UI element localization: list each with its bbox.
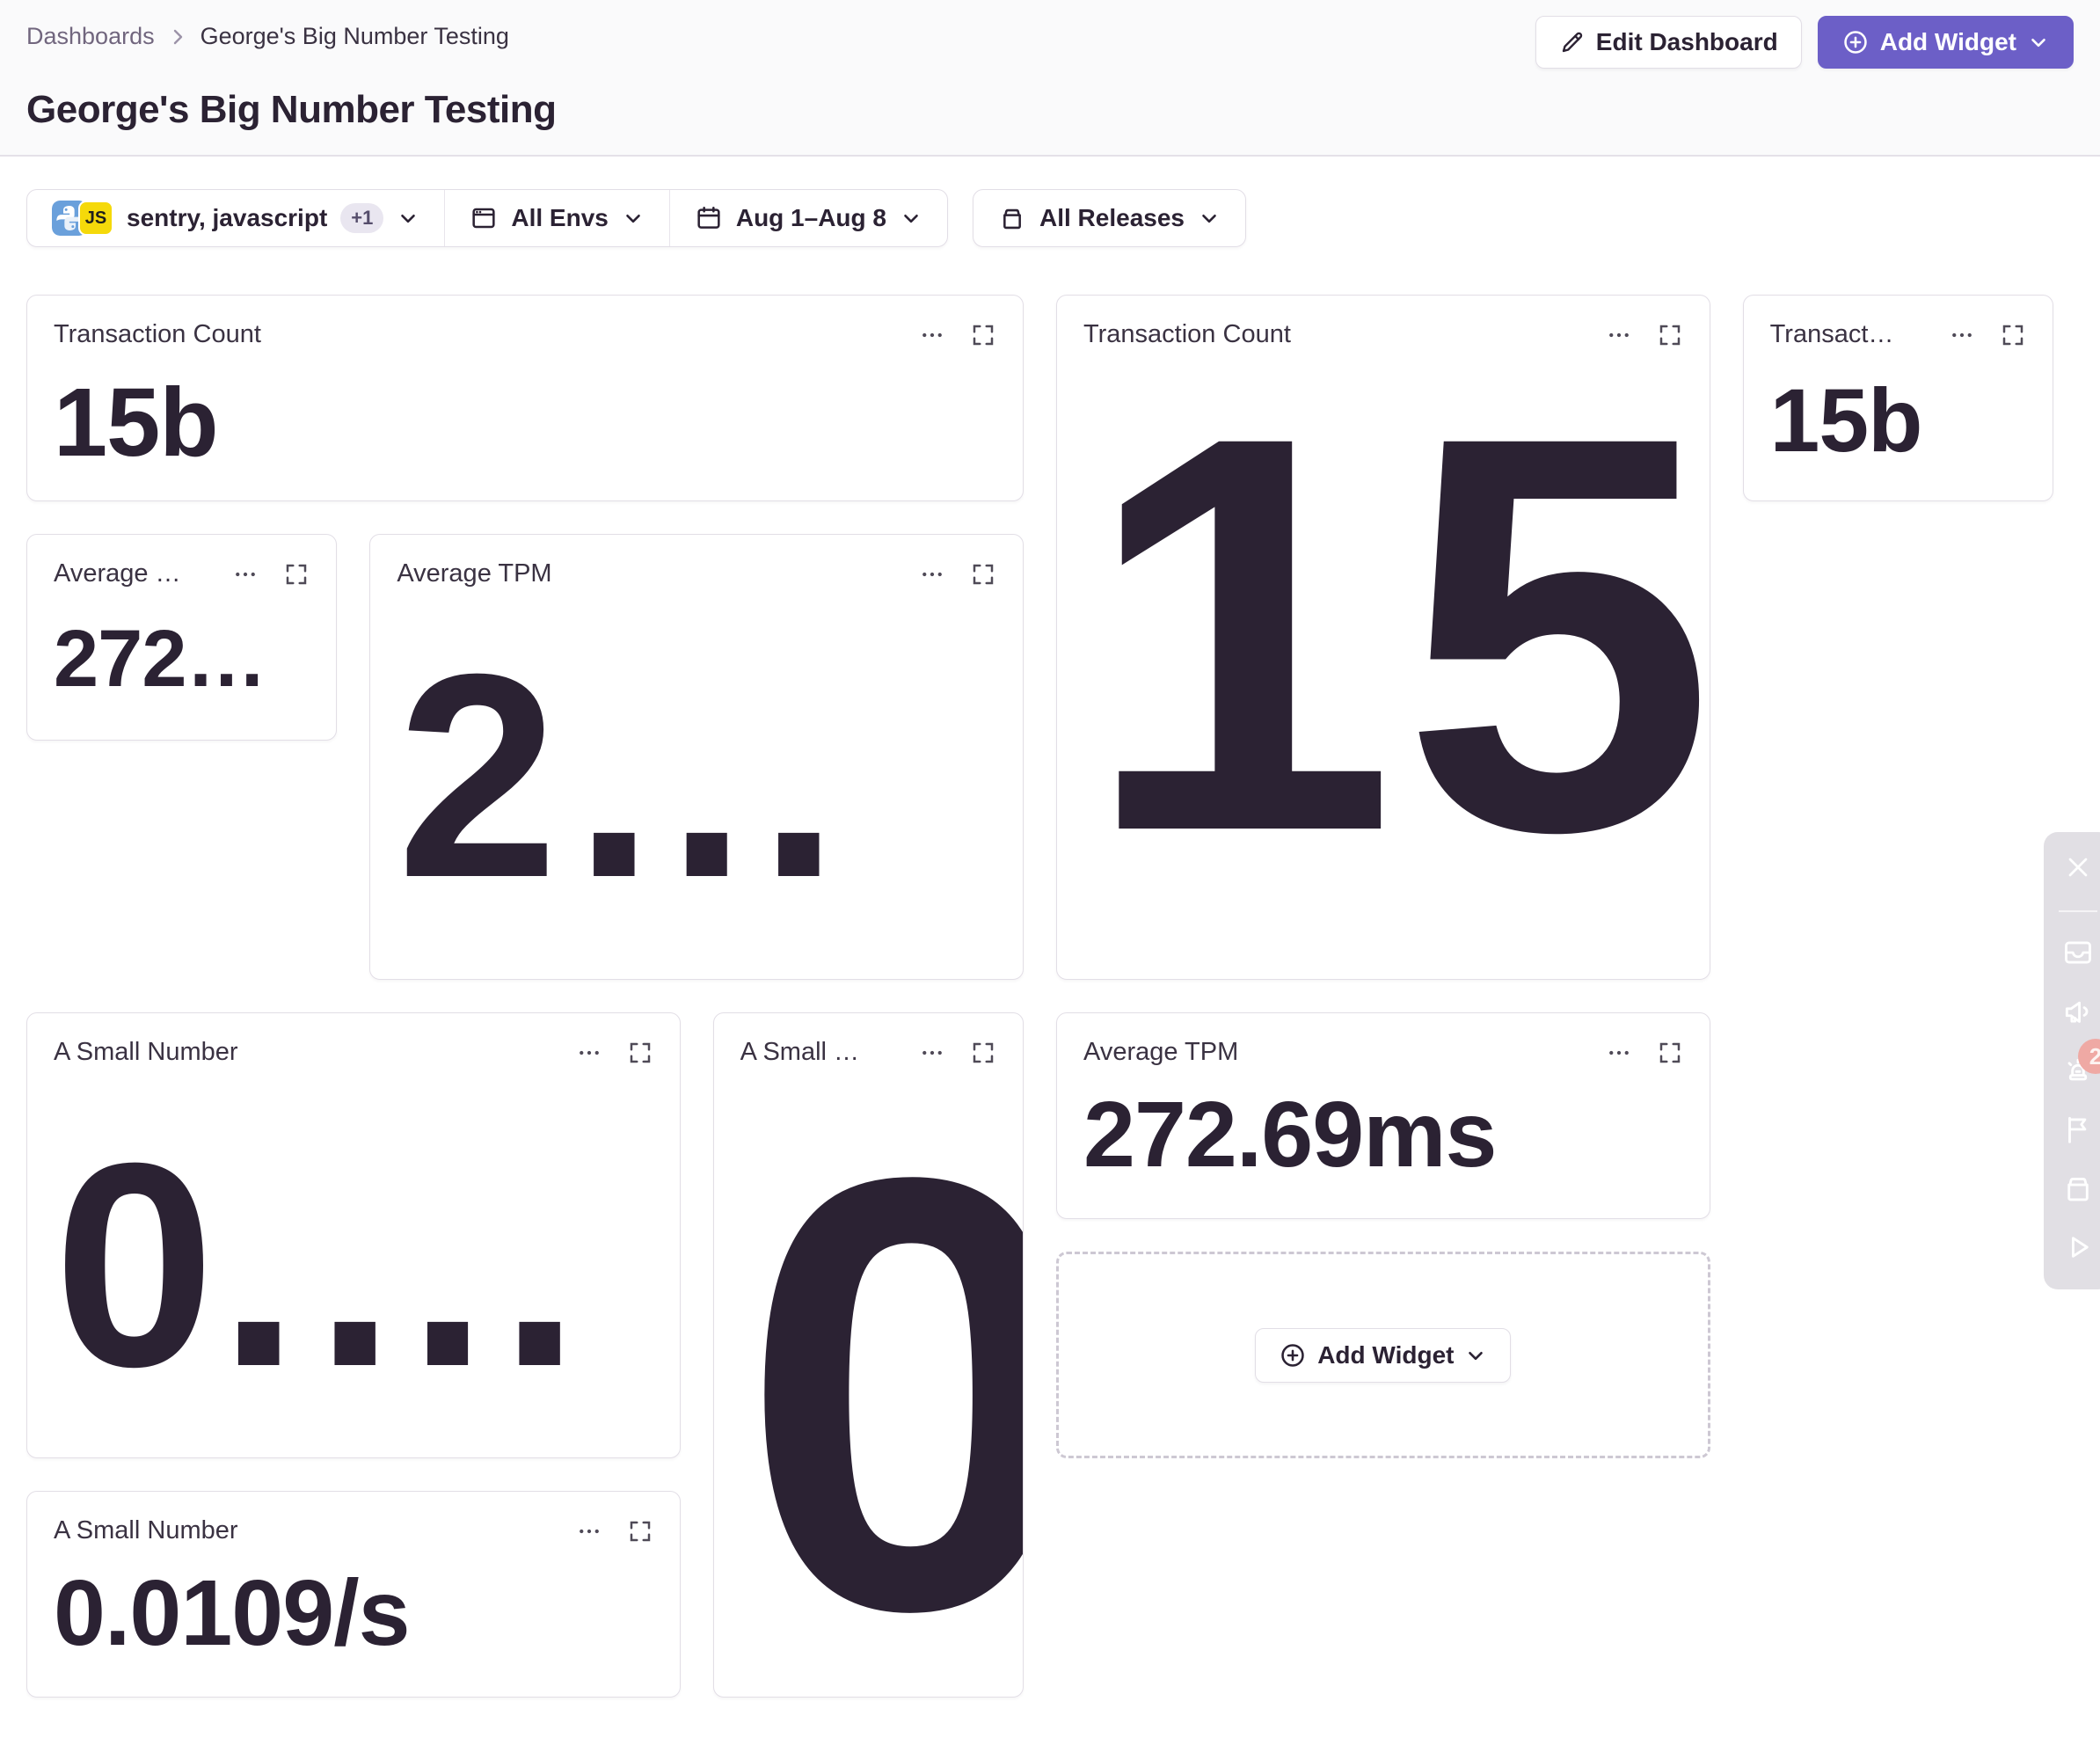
side-toolbar: 2: [2044, 832, 2100, 1289]
date-range-label: Aug 1–Aug 8: [736, 204, 886, 232]
widget-transaction-count-2: Transaction Count 15: [1056, 295, 1710, 980]
flag-icon[interactable]: [2059, 1113, 2097, 1147]
widget-small-number-3: A Small Number 0.0109/s: [26, 1491, 681, 1698]
chevron-down-icon: [1464, 1344, 1487, 1367]
window-icon: [470, 204, 498, 232]
javascript-icon: JS: [78, 201, 113, 236]
page-title: George's Big Number Testing: [26, 88, 2074, 132]
date-range-filter[interactable]: Aug 1–Aug 8: [669, 190, 947, 246]
widget-title: A Small Number: [54, 1036, 562, 1067]
chevron-down-icon: [397, 207, 419, 230]
plus-circle-icon: [1841, 28, 1870, 56]
widget-title: Average …: [54, 558, 218, 588]
chevron-down-icon: [900, 207, 922, 230]
chevron-down-icon: [1198, 207, 1221, 230]
chevron-down-icon: [2027, 31, 2050, 54]
project-filter[interactable]: JS sentry, javascript +1: [27, 190, 444, 246]
ellipsis-menu-icon[interactable]: [232, 561, 259, 588]
widget-title: Transaction Count: [54, 318, 905, 349]
add-widget-inline-button[interactable]: Add Widget: [1255, 1328, 1511, 1383]
widget-transaction-count-3: Transact… 15b: [1743, 295, 2053, 501]
big-number-value: 272.69ms: [1083, 1086, 1683, 1184]
empty-widget-slot: Add Widget: [1056, 1252, 1710, 1458]
widget-transaction-count-1: Transaction Count 15b: [26, 295, 1024, 501]
release-box-icon: [998, 204, 1026, 232]
big-number-value: 272…: [54, 617, 310, 702]
megaphone-icon[interactable]: [2059, 994, 2097, 1028]
widget-title: Transact…: [1770, 318, 1935, 349]
widget-average-tpm-2: Average TPM 272.69ms: [1056, 1012, 1710, 1219]
widget-title: Average TPM: [397, 558, 905, 588]
breadcrumb-dashboards[interactable]: Dashboards: [26, 23, 155, 50]
releases-filter-label: All Releases: [1039, 204, 1185, 232]
add-widget-label: Add Widget: [1880, 28, 2016, 56]
big-number-value: 0.…: [54, 1113, 653, 1418]
widget-average-tpm-1: Average TPM 2…: [369, 534, 1024, 980]
expand-icon[interactable]: [2000, 322, 2026, 348]
widget-title: Average TPM: [1083, 1036, 1592, 1067]
page-header: Dashboards George's Big Number Testing E…: [0, 0, 2100, 157]
ellipsis-menu-icon[interactable]: [919, 322, 945, 348]
chevron-down-icon: [622, 207, 645, 230]
widget-small-number-1: A Small Number 0.…: [26, 1012, 681, 1458]
play-icon[interactable]: [2059, 1230, 2097, 1265]
big-number-value: 0.0109/s: [54, 1565, 653, 1662]
edit-dashboard-button[interactable]: Edit Dashboard: [1535, 16, 1802, 69]
expand-icon[interactable]: [283, 561, 310, 588]
expand-icon[interactable]: [627, 1040, 653, 1066]
widget-small-number-2: A Small … 0: [713, 1012, 1024, 1698]
expand-icon[interactable]: [1657, 1040, 1683, 1066]
breadcrumb: Dashboards George's Big Number Testing: [26, 16, 509, 50]
add-widget-inline-label: Add Widget: [1317, 1341, 1454, 1369]
inbox-icon[interactable]: [2059, 935, 2097, 969]
big-number-value: 15b: [54, 372, 996, 474]
filter-bar: JS sentry, javascript +1 All Envs Aug 1–…: [26, 189, 2074, 247]
ellipsis-menu-icon[interactable]: [576, 1518, 602, 1544]
close-icon[interactable]: [2059, 850, 2097, 884]
ellipsis-menu-icon[interactable]: [1606, 1040, 1632, 1066]
breadcrumb-current: George's Big Number Testing: [201, 23, 509, 50]
releases-icon[interactable]: [2059, 1172, 2097, 1206]
breadcrumb-chevron-icon: [167, 26, 188, 47]
big-number-value: 2…: [397, 624, 996, 929]
plus-circle-icon: [1279, 1341, 1307, 1369]
calendar-icon: [695, 204, 723, 232]
expand-icon[interactable]: [970, 322, 996, 348]
edit-dashboard-label: Edit Dashboard: [1596, 28, 1778, 56]
add-widget-button[interactable]: Add Widget: [1818, 16, 2074, 69]
dashboard-grid: Transaction Count 15b Transaction Count …: [26, 295, 2053, 1698]
expand-icon[interactable]: [627, 1518, 653, 1544]
pencil-icon: [1559, 29, 1586, 55]
big-number-value: 0: [740, 1099, 996, 1690]
ellipsis-menu-icon[interactable]: [1949, 322, 1975, 348]
ellipsis-menu-icon[interactable]: [576, 1040, 602, 1066]
project-filter-label: sentry, javascript: [127, 204, 327, 232]
releases-filter[interactable]: All Releases: [973, 190, 1245, 246]
big-number-value: 15b: [1770, 374, 2026, 468]
project-extra-badge: +1: [340, 203, 383, 233]
widget-average-truncated: Average … 272…: [26, 534, 337, 741]
environment-filter[interactable]: All Envs: [444, 190, 668, 246]
toolbar-divider: [2059, 910, 2097, 912]
environment-filter-label: All Envs: [511, 204, 608, 232]
widget-title: A Small Number: [54, 1515, 562, 1545]
alerts-icon[interactable]: 2: [2059, 1053, 2097, 1087]
ellipsis-menu-icon[interactable]: [919, 561, 945, 588]
expand-icon[interactable]: [970, 561, 996, 588]
big-number-value: 15: [1083, 353, 1683, 916]
